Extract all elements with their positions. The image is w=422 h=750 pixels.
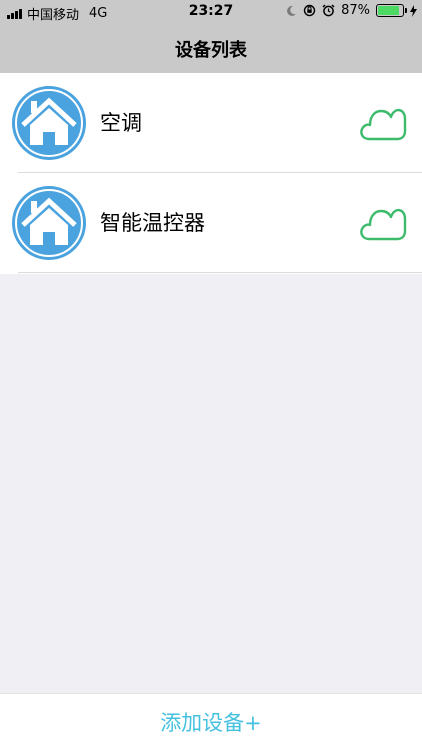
- charging-icon: [410, 4, 417, 17]
- battery-icon: [376, 4, 407, 17]
- bottom-bar: 添加设备+: [0, 693, 422, 750]
- top-bar: 中国移动 4G 23:27 87% 设备列表: [0, 0, 422, 73]
- home-icon: [9, 183, 89, 263]
- home-icon: [9, 83, 89, 163]
- device-row-thermostat[interactable]: 智能温控器: [0, 173, 422, 273]
- alarm-icon: [322, 4, 335, 17]
- status-right: 87%: [286, 3, 417, 18]
- battery-percent: 87%: [341, 3, 370, 18]
- orientation-lock-icon: [303, 4, 316, 17]
- device-list: 空调 智能温控器: [0, 73, 422, 274]
- device-name: 空调: [100, 111, 142, 135]
- status-bar: 中国移动 4G 23:27 87%: [0, 0, 422, 24]
- battery-fill: [378, 6, 399, 15]
- page-title: 设备列表: [175, 40, 247, 61]
- device-row-air-conditioner[interactable]: 空调: [0, 73, 422, 173]
- device-name: 智能温控器: [100, 211, 205, 235]
- moon-icon: [286, 5, 297, 17]
- add-device-button[interactable]: 添加设备+: [0, 694, 422, 750]
- row-divider: [18, 272, 422, 273]
- cloud-icon[interactable]: [359, 99, 407, 147]
- cloud-icon[interactable]: [359, 199, 407, 247]
